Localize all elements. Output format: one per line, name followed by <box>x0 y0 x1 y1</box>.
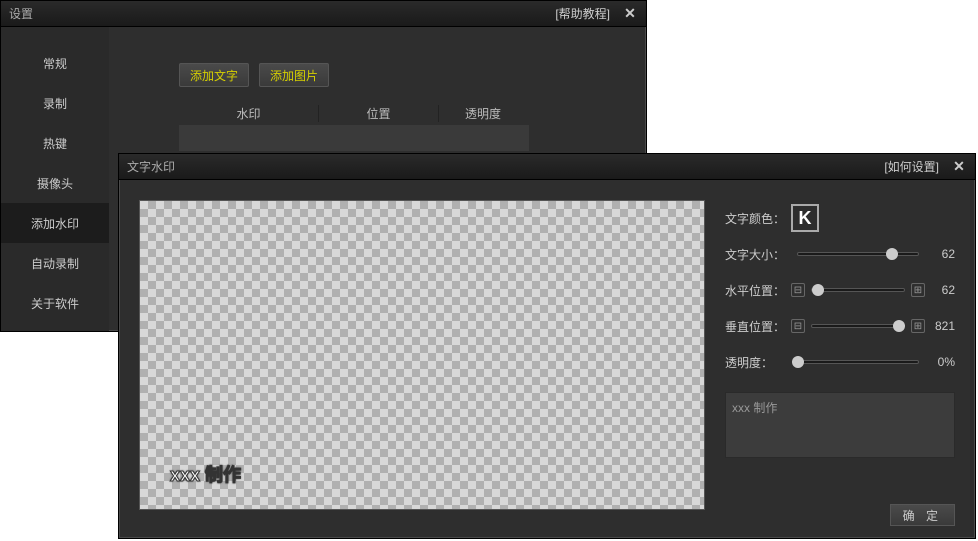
sidebar-item-general[interactable]: 常规 <box>1 43 109 83</box>
slider-thumb[interactable] <box>812 284 824 296</box>
minus-icon[interactable]: ⊟ <box>791 283 805 297</box>
watermark-controls: 文字颜色： K 文字大小： 62 水平位置： ⊟ ⊞ 62 垂直位置： ⊟ ⊞ … <box>725 200 955 490</box>
value-size: 62 <box>925 247 955 261</box>
label-opacity: 透明度： <box>725 354 791 371</box>
label-hpos: 水平位置： <box>725 282 791 299</box>
plus-icon[interactable]: ⊞ <box>911 283 925 297</box>
help-link[interactable]: [帮助教程] <box>555 5 610 22</box>
label-size: 文字大小： <box>725 246 791 263</box>
dialog-titlebar: 文字水印 [如何设置] ✕ <box>119 154 975 180</box>
label-vpos: 垂直位置： <box>725 318 791 335</box>
sidebar-item-watermark[interactable]: 添加水印 <box>1 203 109 243</box>
sidebar-item-hotkey[interactable]: 热键 <box>1 123 109 163</box>
watermark-table-body <box>179 125 529 151</box>
watermark-text-input[interactable] <box>725 392 955 458</box>
dialog-title: 文字水印 <box>127 158 884 175</box>
text-watermark-dialog: 文字水印 [如何设置] ✕ xxx 制作 文字颜色： K 文字大小： 62 水平… <box>118 153 976 539</box>
settings-sidebar: 常规 录制 热键 摄像头 添加水印 自动录制 关于软件 <box>1 27 109 331</box>
settings-titlebar: 设置 [帮助教程] ✕ <box>1 1 646 27</box>
col-watermark: 水印 <box>179 105 319 122</box>
settings-title: 设置 <box>9 5 555 22</box>
label-color: 文字颜色： <box>725 210 791 227</box>
confirm-button[interactable]: 确 定 <box>890 504 955 526</box>
slider-vpos[interactable] <box>811 324 905 328</box>
sidebar-item-autorecord[interactable]: 自动录制 <box>1 243 109 283</box>
watermark-preview: xxx 制作 <box>139 200 705 510</box>
sidebar-item-record[interactable]: 录制 <box>1 83 109 123</box>
color-picker[interactable]: K <box>791 204 819 232</box>
slider-size[interactable] <box>797 252 919 256</box>
col-position: 位置 <box>319 105 439 122</box>
sidebar-item-about[interactable]: 关于软件 <box>1 283 109 323</box>
slider-thumb[interactable] <box>886 248 898 260</box>
add-text-button[interactable]: 添加文字 <box>179 63 249 87</box>
watermark-table-header: 水印 位置 透明度 <box>179 101 529 125</box>
add-image-button[interactable]: 添加图片 <box>259 63 329 87</box>
value-vpos: 821 <box>925 319 955 333</box>
value-opacity: 0% <box>925 355 955 369</box>
close-icon[interactable]: ✕ <box>622 6 638 22</box>
slider-opacity[interactable] <box>797 360 919 364</box>
dialog-help-link[interactable]: [如何设置] <box>884 158 939 175</box>
close-icon[interactable]: ✕ <box>951 159 967 175</box>
watermark-sample-text: xxx 制作 <box>170 461 241 487</box>
slider-hpos[interactable] <box>811 288 905 292</box>
slider-thumb[interactable] <box>792 356 804 368</box>
slider-thumb[interactable] <box>893 320 905 332</box>
value-hpos: 62 <box>925 283 955 297</box>
minus-icon[interactable]: ⊟ <box>791 319 805 333</box>
col-opacity: 透明度 <box>439 105 527 122</box>
plus-icon[interactable]: ⊞ <box>911 319 925 333</box>
sidebar-item-camera[interactable]: 摄像头 <box>1 163 109 203</box>
